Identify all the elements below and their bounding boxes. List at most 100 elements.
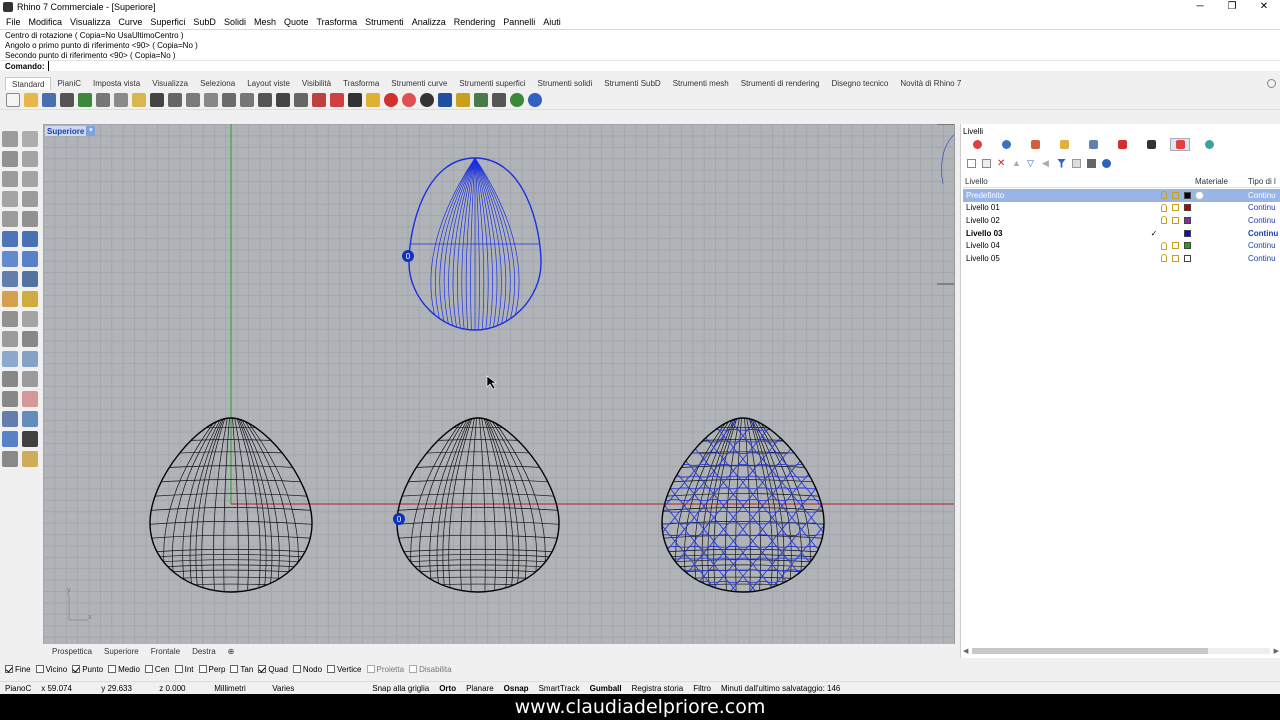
osnap-vertice[interactable]: Vertice xyxy=(327,665,362,674)
command-input[interactable] xyxy=(47,61,1248,71)
zoom-window-icon[interactable] xyxy=(222,92,236,107)
tools-icon[interactable] xyxy=(1072,158,1081,168)
layer-row[interactable]: Livello 01 Continu xyxy=(963,202,1280,215)
properties-icon[interactable] xyxy=(456,92,470,107)
new-layer-icon[interactable] xyxy=(967,158,976,168)
help-icon[interactable] xyxy=(528,92,542,107)
checkbox-icon[interactable] xyxy=(327,665,336,673)
layer-name[interactable]: Livello 03 xyxy=(963,229,1143,238)
layer-color-swatch[interactable] xyxy=(1184,191,1191,199)
tab-views-icon[interactable] xyxy=(1083,138,1103,151)
osnap-quad[interactable]: Quad xyxy=(258,665,288,674)
trim-icon[interactable] xyxy=(2,391,18,407)
layer-icon[interactable] xyxy=(312,92,326,107)
select-icon[interactable] xyxy=(2,131,18,147)
drop-surface-2[interactable] xyxy=(383,417,573,593)
checkbox-icon[interactable] xyxy=(144,665,153,673)
viewport-tab-frontale[interactable]: Frontale xyxy=(145,647,186,656)
selected-drop-curve[interactable] xyxy=(405,157,545,331)
close-button[interactable]: ✕ xyxy=(1248,0,1280,14)
layer-color-swatch[interactable] xyxy=(1184,229,1191,237)
osnap-int[interactable]: Int xyxy=(174,665,194,674)
surface-icon[interactable] xyxy=(2,231,18,247)
wrench-icon[interactable] xyxy=(1087,158,1096,168)
osnap-tan[interactable]: Tan xyxy=(230,665,253,674)
menu-item-rendering[interactable]: Rendering xyxy=(450,17,500,27)
toolbar-tab-imposta-vista[interactable]: Imposta vista xyxy=(87,77,146,90)
block-icon[interactable] xyxy=(22,351,38,367)
toolbar-tab-strumenti-solidi[interactable]: Strumenti solidi xyxy=(532,77,599,90)
layer-row[interactable]: Predefinito Continu xyxy=(963,189,1280,202)
lightbulb-icon[interactable] xyxy=(1161,203,1167,212)
osnap-disabilita[interactable]: Disabilita xyxy=(409,665,452,674)
col-material[interactable]: Materiale xyxy=(1195,177,1248,186)
explode-icon[interactable] xyxy=(22,371,38,387)
toolbar-tab-strumenti-curve[interactable]: Strumenti curve xyxy=(385,77,453,90)
record-history-toggle[interactable]: Registra storia xyxy=(627,684,689,693)
layer-name[interactable]: Livello 01 xyxy=(963,203,1143,212)
checkbox-icon[interactable] xyxy=(174,665,183,673)
menu-item-modifica[interactable]: Modifica xyxy=(25,17,67,27)
layer-linetype[interactable]: Continu xyxy=(1248,229,1280,238)
layer-row[interactable]: Livello 02 Continu xyxy=(963,214,1280,227)
toolbar-tab-visibilit-[interactable]: Visibilità xyxy=(296,77,337,90)
ellipse-icon[interactable] xyxy=(2,211,18,227)
toolbar-tab-layout-viste[interactable]: Layout viste xyxy=(241,77,296,90)
lock-icon[interactable] xyxy=(348,92,362,107)
status-units[interactable]: Millimetri xyxy=(209,684,267,693)
color-icon[interactable] xyxy=(402,92,416,107)
join-icon[interactable] xyxy=(2,371,18,387)
toolbar-tab-standard[interactable]: Standard xyxy=(5,76,52,90)
viewport-tab-superiore[interactable]: Superiore xyxy=(98,647,145,656)
checkbox-icon[interactable] xyxy=(35,665,44,673)
col-linetype[interactable]: Tipo di l xyxy=(1248,177,1280,186)
filter-icon[interactable] xyxy=(1057,158,1066,168)
scroll-right-icon[interactable]: ▶ xyxy=(1274,647,1279,655)
add-viewport-tab-icon[interactable]: ⊕ xyxy=(222,647,241,656)
checkbox-icon[interactable] xyxy=(258,665,267,673)
scroll-left-icon[interactable]: ◀ xyxy=(963,647,968,655)
osnap-punto[interactable]: Punto xyxy=(72,665,103,674)
zoom-extents-icon[interactable] xyxy=(240,92,254,107)
lightbulb-icon[interactable] xyxy=(1161,241,1167,250)
save-icon[interactable] xyxy=(42,92,56,107)
new-icon[interactable] xyxy=(6,92,20,107)
menu-item-analizza[interactable]: Analizza xyxy=(408,17,450,27)
menu-item-curve[interactable]: Curve xyxy=(114,17,146,27)
hide-icon[interactable] xyxy=(330,92,344,107)
cylinder-icon[interactable] xyxy=(22,271,38,287)
osnap-nodo[interactable]: Nodo xyxy=(292,665,322,674)
tab-display-icon[interactable] xyxy=(967,138,987,151)
rotation-marker-bottom[interactable]: 0 xyxy=(393,513,405,525)
toolbar-tab-strumenti-subd[interactable]: Strumenti SubD xyxy=(598,77,666,90)
text-icon[interactable] xyxy=(22,331,38,347)
move-out-icon[interactable]: ◀ xyxy=(1042,158,1051,168)
fillet-icon[interactable] xyxy=(22,291,38,307)
osnap-cen[interactable]: Cen xyxy=(144,665,170,674)
move-icon[interactable] xyxy=(22,311,38,327)
print-icon[interactable] xyxy=(60,92,74,107)
display-mode-icon[interactable] xyxy=(438,92,452,107)
tab-lights-icon[interactable] xyxy=(1112,138,1132,151)
menu-item-file[interactable]: File xyxy=(2,17,25,27)
tab-files-icon[interactable] xyxy=(1054,138,1074,151)
menu-item-mesh[interactable]: Mesh xyxy=(250,17,280,27)
layer-row[interactable]: Livello 05 Continu xyxy=(963,252,1280,265)
pan-icon[interactable] xyxy=(168,92,182,107)
checkbox-icon[interactable] xyxy=(409,665,418,673)
lock-icon[interactable] xyxy=(1172,191,1179,199)
chevron-down-icon[interactable]: ▾ xyxy=(86,126,96,136)
osnap-toggle[interactable]: Osnap xyxy=(499,684,534,693)
analyze-icon[interactable] xyxy=(22,411,38,427)
toolbar-tab-novit-di-rhino-7[interactable]: Novità di Rhino 7 xyxy=(894,77,967,90)
status-layer[interactable]: Varies xyxy=(267,684,367,693)
boolean-icon[interactable] xyxy=(2,291,18,307)
cut-icon[interactable] xyxy=(96,92,110,107)
layer-linetype[interactable]: Continu xyxy=(1248,191,1280,200)
render-icon[interactable] xyxy=(420,92,434,107)
toolbar-tab-pianic[interactable]: PianiC xyxy=(51,77,87,90)
tab-display-modes-icon[interactable] xyxy=(1141,138,1161,151)
box-icon[interactable] xyxy=(2,251,18,267)
menu-item-pannelli[interactable]: Pannelli xyxy=(499,17,539,27)
render-tools-icon[interactable] xyxy=(2,431,18,447)
